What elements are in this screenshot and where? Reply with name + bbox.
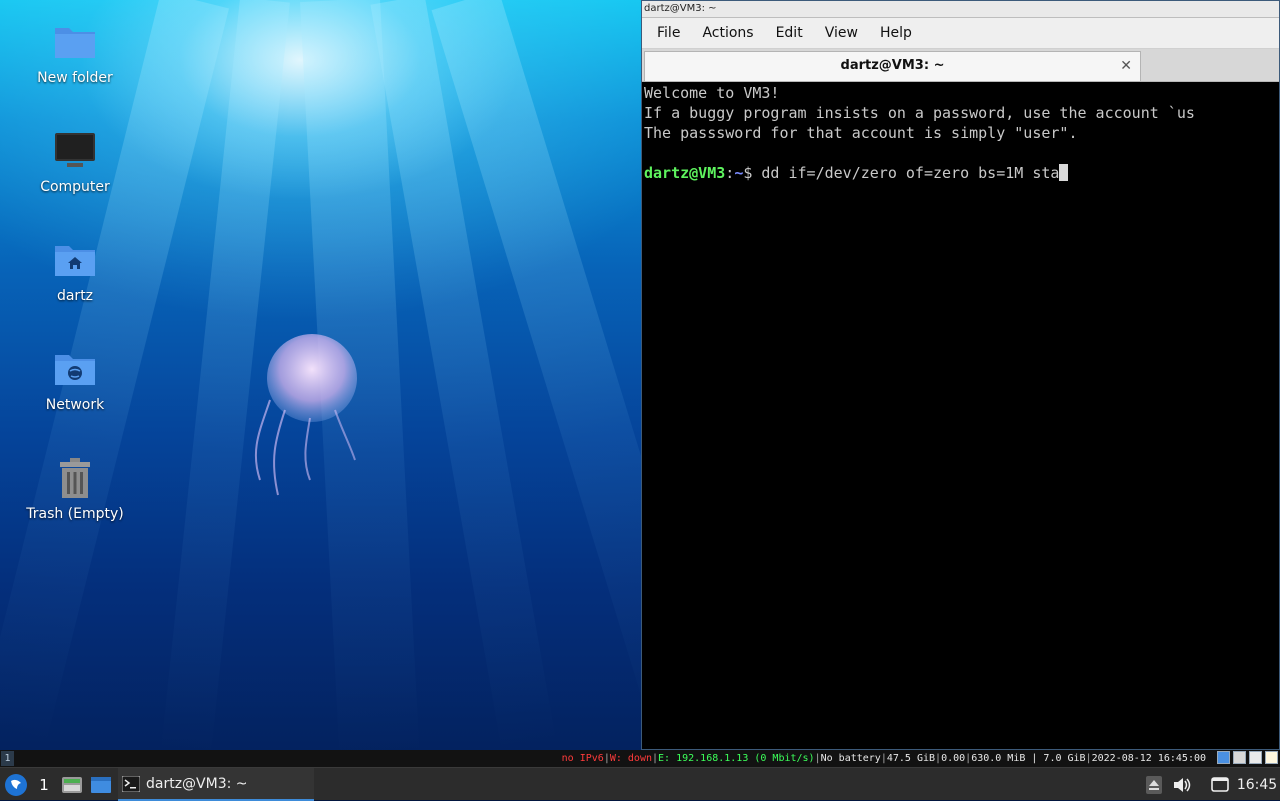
- jellyfish-wallpaper: [254, 334, 357, 496]
- status-load: 0.00: [941, 753, 966, 764]
- close-icon[interactable]: ✕: [1120, 52, 1132, 80]
- tab-terminal[interactable]: dartz@VM3: ~ ✕: [644, 51, 1141, 81]
- eject-icon: [1146, 775, 1162, 794]
- volume-icon: [1174, 777, 1191, 792]
- file-manager-icon: [62, 776, 82, 793]
- menu-bar: File Actions Edit View Help: [642, 18, 1279, 49]
- file-manager-launcher[interactable]: [60, 768, 84, 801]
- window-icon[interactable]: [1217, 751, 1230, 764]
- desktop-icon-home[interactable]: dartz: [20, 238, 130, 304]
- trash-icon: [60, 458, 90, 498]
- terminal-output[interactable]: Welcome to VM3! If a buggy program insist…: [644, 83, 1277, 747]
- desktop-icon-new-folder[interactable]: New folder: [20, 20, 130, 86]
- window-title-bar[interactable]: dartz@VM3: ~: [642, 1, 1279, 18]
- status-bar: 1 no IPv6|W: down|E: 192.168.1.13 (0 Mbi…: [0, 750, 1280, 767]
- show-desktop-icon: [91, 776, 111, 793]
- status-tray: [1217, 751, 1278, 764]
- notification-icon: [1211, 776, 1229, 792]
- desktop-icon-label: dartz: [56, 288, 94, 304]
- notifications-button[interactable]: [1208, 768, 1232, 801]
- clock[interactable]: 16:45: [1234, 768, 1280, 801]
- app-menu-button[interactable]: [2, 768, 30, 801]
- taskbar: 1 dartz@VM3: ~ 16:45: [0, 767, 1280, 801]
- menu-file[interactable]: File: [646, 18, 691, 48]
- show-desktop-button[interactable]: [89, 768, 113, 801]
- terminal-line: Welcome to VM3!: [644, 84, 780, 102]
- status-disk: 47.5 GiB: [886, 753, 936, 764]
- desktop-icon-trash[interactable]: Trash (Empty): [20, 456, 130, 522]
- status-memory: 630.0 MiB | 7.0 GiB: [971, 753, 1086, 764]
- desktop-icon-label: New folder: [37, 70, 113, 86]
- tab-label: dartz@VM3: ~: [840, 58, 945, 73]
- terminal-window[interactable]: dartz@VM3: ~ File Actions Edit View Help…: [641, 0, 1280, 750]
- folder-icon: [55, 28, 95, 58]
- desktop-icon-label: Trash (Empty): [26, 506, 124, 522]
- status-text: no IPv6|W: down|E: 192.168.1.13 (0 Mbit/…: [562, 750, 1206, 767]
- desktop-icon-label: Computer: [40, 179, 110, 195]
- status-wifi: W: down: [609, 753, 652, 764]
- status-datetime: 2022-08-12 16:45:00: [1091, 753, 1206, 764]
- text-cursor: [1059, 164, 1069, 181]
- desktop-icon-label: Network: [45, 397, 105, 413]
- prompt-directory: ~: [734, 164, 744, 182]
- start-menu-icon: [5, 773, 27, 796]
- menu-help[interactable]: Help: [869, 18, 923, 48]
- network-folder-icon: [55, 355, 95, 385]
- note-icon[interactable]: [1265, 751, 1278, 764]
- prompt-symbol: $: [743, 164, 762, 182]
- workspace-indicator[interactable]: 1: [1, 751, 14, 766]
- window-icon[interactable]: [1233, 751, 1246, 764]
- status-battery: No battery: [820, 753, 881, 764]
- desktop-icon-network[interactable]: Network: [20, 347, 130, 413]
- menu-actions[interactable]: Actions: [691, 18, 764, 48]
- terminal-line: The passsword for that account is simply…: [644, 124, 1078, 142]
- tab-bar: dartz@VM3: ~ ✕: [642, 49, 1279, 82]
- computer-icon: [55, 133, 95, 167]
- terminal-icon: [122, 775, 140, 792]
- prompt-separator: :: [725, 164, 735, 182]
- prompt-user: dartz@VM3: [644, 164, 726, 182]
- menu-edit[interactable]: Edit: [765, 18, 814, 48]
- terminal-line: If a buggy program insists on a password…: [644, 104, 1195, 122]
- home-folder-icon: [55, 246, 95, 276]
- workspace-switcher[interactable]: 1: [34, 768, 54, 801]
- status-ethernet: E: 192.168.1.13 (0 Mbit/s): [658, 753, 815, 764]
- volume-button[interactable]: [1170, 768, 1194, 801]
- taskbar-task-terminal[interactable]: dartz@VM3: ~: [118, 768, 314, 801]
- eject-tray-button[interactable]: [1144, 768, 1164, 801]
- desktop-icon-computer[interactable]: Computer: [20, 129, 130, 195]
- terminal-prompt-line[interactable]: dartz@VM3:~$ dd if=/dev/zero of=zero bs=…: [644, 163, 1277, 183]
- window-icon[interactable]: [1249, 751, 1262, 764]
- status-ipv6: no IPv6: [561, 753, 604, 764]
- menu-view[interactable]: View: [814, 18, 869, 48]
- command-text: dd if=/dev/zero of=zero bs=1M sta: [761, 164, 1060, 182]
- task-label: dartz@VM3: ~: [146, 775, 248, 792]
